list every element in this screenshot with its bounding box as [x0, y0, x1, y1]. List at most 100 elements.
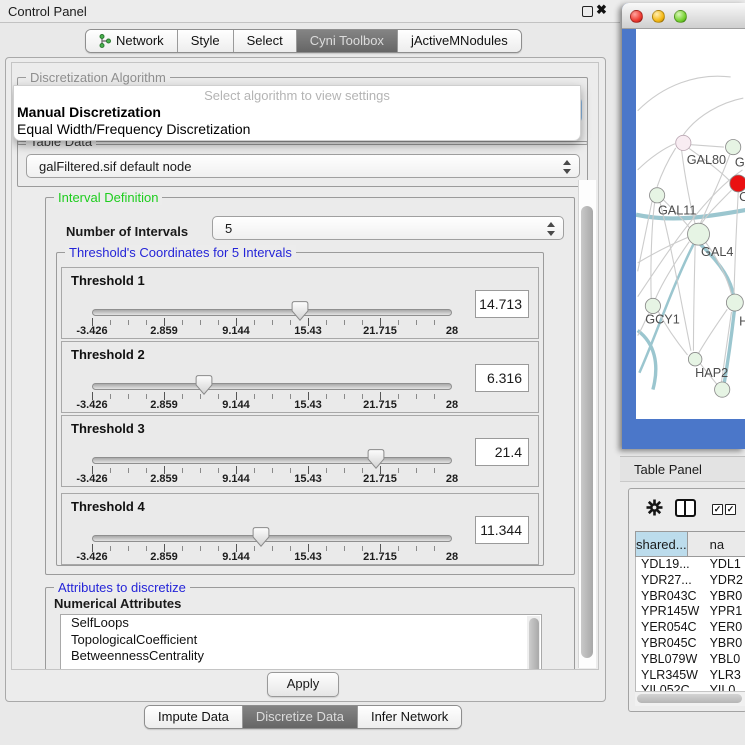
table-row[interactable]: YDL19...YDL1	[636, 557, 745, 573]
threshold-3-slider[interactable]: -3.4262.8599.14415.4321.71528	[92, 452, 452, 484]
threshold-3-label: Threshold 3	[71, 421, 145, 436]
table-row[interactable]: YPR145WYPR1	[636, 604, 745, 620]
checkbox-icon[interactable]: ✓	[725, 504, 736, 515]
cell-shared-name[interactable]: YBL079W	[636, 652, 707, 668]
attribute-list-item[interactable]: BetweennessCentrality	[61, 648, 541, 665]
network-node[interactable]	[688, 223, 710, 245]
threshold-1-slider[interactable]: -3.4262.8599.14415.4321.71528	[92, 304, 452, 336]
tab-select[interactable]: Select	[234, 30, 297, 52]
cell-shared-name[interactable]: YBR043C	[636, 589, 707, 605]
network-canvas[interactable]: GAL80GACGAL11GAL4GCY1HHAP2	[636, 29, 745, 419]
tab-cyni-toolbox[interactable]: Cyni Toolbox	[297, 30, 398, 52]
attribute-list-item[interactable]: SelfLoops	[61, 615, 541, 632]
table-row[interactable]: YIL052CYIL0	[636, 683, 745, 691]
cell-name[interactable]: YBR0	[707, 589, 745, 605]
close-icon[interactable]: ✖	[596, 2, 607, 18]
column-header-name[interactable]: na	[688, 532, 745, 556]
minimize-traffic-light-icon[interactable]	[652, 10, 665, 23]
cell-name[interactable]: YDR2	[707, 573, 745, 589]
cell-name[interactable]: YBL0	[707, 652, 745, 668]
tab-infer-network[interactable]: Infer Network	[358, 706, 461, 728]
network-window-titlebar[interactable]	[622, 3, 745, 29]
number-of-intervals-combobox[interactable]: 5	[212, 216, 564, 240]
algorithm-option-manual[interactable]: Manual Discretization	[17, 104, 161, 120]
tab-impute-data[interactable]: Impute Data	[145, 706, 243, 728]
scrollbar-thumb[interactable]	[581, 206, 593, 658]
threshold-1-value-field[interactable]: 14.713	[475, 290, 529, 318]
table-body[interactable]: YDL19...YDL1YDR27...YDR2YBR043CYBR0YPR14…	[635, 557, 745, 691]
cell-name[interactable]: YPR1	[707, 604, 745, 620]
network-node[interactable]	[715, 382, 730, 397]
cell-shared-name[interactable]: YPR145W	[636, 604, 707, 620]
control-panel-titlebar	[0, 0, 620, 23]
threshold-1-label: Threshold 1	[71, 273, 145, 288]
slider-thumb[interactable]	[291, 301, 308, 326]
table-row[interactable]: YER054CYER0	[636, 620, 745, 636]
gear-icon[interactable]	[646, 499, 663, 516]
list-scrollbar[interactable]	[527, 616, 540, 670]
threshold-4-slider[interactable]: -3.4262.8599.14415.4321.71528	[92, 530, 452, 562]
threshold-4-value-field[interactable]: 11.344	[475, 516, 529, 544]
network-node[interactable]	[688, 352, 702, 366]
zoom-traffic-light-icon[interactable]	[674, 10, 687, 23]
network-node[interactable]	[676, 135, 691, 150]
threshold-2-slider[interactable]: -3.4262.8599.14415.4321.71528	[92, 378, 452, 410]
cell-shared-name[interactable]: YLR345W	[636, 668, 707, 684]
interval-definition-group: Interval Definition Number of Intervals …	[45, 197, 575, 575]
cell-name[interactable]: YIL0	[707, 683, 745, 691]
network-node[interactable]	[645, 298, 660, 313]
table-row[interactable]: YDR27...YDR2	[636, 573, 745, 589]
table-row[interactable]: YLR345WYLR3	[636, 668, 745, 684]
float-window-icon[interactable]	[582, 6, 593, 17]
close-traffic-light-icon[interactable]	[630, 10, 643, 23]
threshold-2-value-field[interactable]: 6.316	[475, 364, 529, 392]
scrollbar-thumb[interactable]	[637, 694, 742, 703]
tick-label: -3.426	[76, 399, 107, 411]
cell-shared-name[interactable]: YDR27...	[636, 573, 707, 589]
slider-track[interactable]	[92, 457, 452, 464]
network-node[interactable]	[650, 188, 665, 203]
slider-track[interactable]	[92, 383, 452, 390]
combo-arrows-icon	[546, 221, 555, 237]
attribute-list-item[interactable]: TopologicalCoefficient	[61, 632, 541, 649]
tab-jactivemnodules[interactable]: jActiveMNodules	[398, 30, 521, 52]
cell-shared-name[interactable]: YDL19...	[636, 557, 707, 573]
network-node[interactable]	[726, 140, 741, 155]
algorithm-dropdown-popup: Select algorithm to view settings Manual…	[13, 85, 581, 141]
apply-button[interactable]: Apply	[267, 672, 339, 697]
table-row[interactable]: YBR045CYBR0	[636, 636, 745, 652]
cell-shared-name[interactable]: YER054C	[636, 620, 707, 636]
slider-track[interactable]	[92, 309, 452, 316]
slider-track[interactable]	[92, 535, 452, 542]
cell-name[interactable]: YDL1	[707, 557, 745, 573]
network-edge	[700, 190, 731, 225]
numerical-attributes-list[interactable]: SelfLoopsTopologicalCoefficientBetweenne…	[60, 614, 542, 670]
column-header-shared-name[interactable]: shared...	[636, 532, 688, 556]
cell-name[interactable]: YLR3	[707, 668, 745, 684]
threshold-3-value-field[interactable]: 21.4	[475, 438, 529, 466]
tab-network[interactable]: Network	[86, 30, 178, 52]
main-scrollbar[interactable]	[578, 180, 596, 668]
table-row[interactable]: YBR043CYBR0	[636, 589, 745, 605]
network-edge	[638, 144, 675, 170]
slider-thumb[interactable]	[368, 449, 385, 474]
tab-discretize-data[interactable]: Discretize Data	[243, 706, 358, 728]
network-node[interactable]	[726, 294, 743, 311]
cell-shared-name[interactable]: YBR045C	[636, 636, 707, 652]
tick-label: 2.859	[150, 325, 178, 337]
tick-label: 21.715	[363, 473, 397, 485]
table-horizontal-scrollbar[interactable]	[635, 691, 745, 706]
slider-thumb[interactable]	[253, 527, 270, 552]
table-row[interactable]: YBL079WYBL0	[636, 652, 745, 668]
cell-name[interactable]: YBR0	[707, 636, 745, 652]
table-data-combobox[interactable]: galFiltered.sif default node	[26, 154, 580, 178]
table-panel-titlebar: Table Panel	[620, 456, 745, 482]
checkbox-icon[interactable]: ✓	[712, 504, 723, 515]
tab-style[interactable]: Style	[178, 30, 234, 52]
slider-thumb[interactable]	[195, 375, 212, 400]
network-view-window[interactable]: GAL80GACGAL11GAL4GCY1HHAP2	[622, 3, 745, 449]
cell-name[interactable]: YER0	[707, 620, 745, 636]
split-columns-icon[interactable]	[675, 499, 696, 517]
algorithm-option-equal-width[interactable]: Equal Width/Frequency Discretization	[17, 121, 250, 137]
cell-shared-name[interactable]: YIL052C	[636, 683, 707, 691]
